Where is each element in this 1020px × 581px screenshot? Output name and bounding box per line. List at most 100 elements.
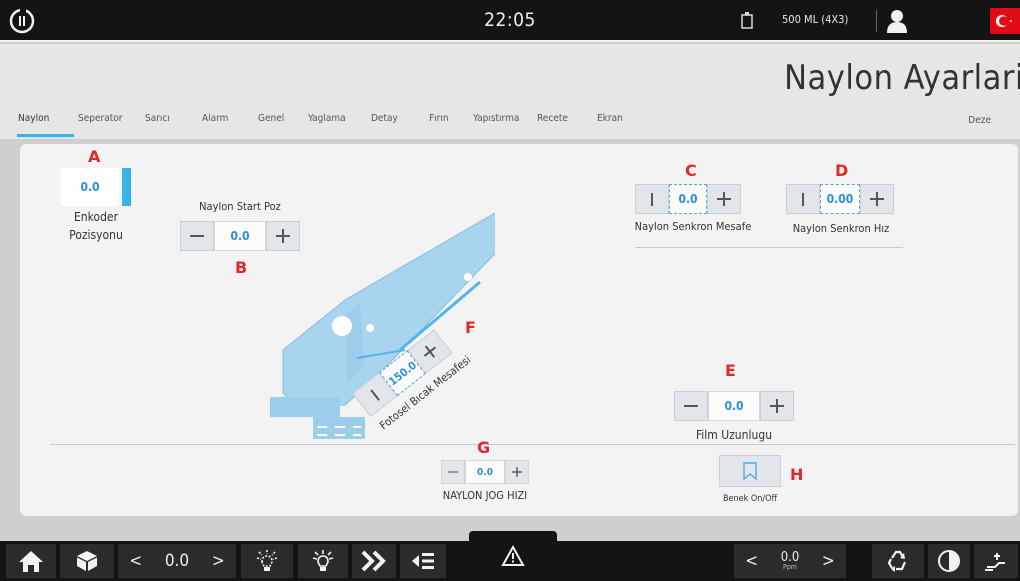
warning-icon	[501, 545, 525, 566]
increase-button[interactable]: >	[212, 551, 225, 571]
minus-icon	[802, 192, 804, 206]
encoder-position-value: 0.0	[61, 168, 119, 206]
minus-icon	[370, 388, 380, 401]
marker-g: G	[477, 438, 491, 457]
sync-speed-label: Naylon Senkron Hız	[792, 222, 890, 235]
tab-naylon[interactable]: Naylon	[18, 113, 49, 124]
sync-speed-stepper: 0.00	[786, 184, 894, 214]
sync-speed-minus-button[interactable]	[786, 184, 820, 214]
jog-speed-label: NAYLON JOG HIZI	[442, 489, 528, 502]
flag-icon[interactable]	[990, 8, 1020, 34]
eject-list-button[interactable]	[400, 544, 446, 578]
sync-distance-stepper: 0.0	[635, 184, 741, 214]
page-header: Naylon Ayarlari Naylon Seperator Sarıcı …	[0, 44, 1020, 139]
encoder-indicator	[122, 168, 131, 206]
divider	[876, 10, 877, 32]
minus-icon	[448, 471, 458, 473]
rate-increase-button[interactable]: >	[822, 551, 835, 571]
light-on-icon	[312, 550, 334, 571]
hand-power-icon	[985, 553, 1005, 571]
divider	[50, 444, 1015, 445]
home-button[interactable]	[6, 544, 56, 578]
recycle-icon	[887, 550, 907, 572]
plus-icon	[770, 399, 784, 413]
tab-recete[interactable]: Recete	[537, 113, 568, 124]
minus-icon	[651, 192, 653, 206]
fast-forward-icon	[361, 550, 386, 572]
top-bar: 22:05 500 ML (4X3)	[0, 0, 1020, 42]
recycle-button[interactable]	[872, 544, 924, 578]
production-rate: < 0.0 Ppm >	[734, 544, 846, 578]
speed-selector: < 0.0 >	[118, 544, 236, 578]
fast-forward-button[interactable]	[352, 544, 396, 578]
divider	[635, 247, 903, 248]
home-icon	[19, 551, 43, 572]
cube-button[interactable]	[60, 544, 114, 578]
tab-sarici[interactable]: Sarıcı	[145, 113, 170, 124]
rate-unit: Ppm	[783, 563, 797, 571]
start-pos-input[interactable]: 0.0	[214, 221, 266, 251]
tab-yaglama[interactable]: Yaglama	[308, 113, 346, 124]
spot-toggle-button[interactable]	[719, 455, 781, 487]
page-title: Naylon Ayarlari	[784, 58, 1020, 98]
jog-speed-minus-button[interactable]	[441, 460, 465, 484]
marker-b: B	[235, 258, 248, 277]
marker-h: H	[790, 465, 804, 484]
marker-d: D	[835, 161, 849, 180]
marker-c: C	[685, 161, 697, 180]
cube-icon	[77, 551, 97, 571]
active-tab-indicator	[17, 134, 74, 137]
eject-list-icon	[412, 553, 434, 569]
rate-display: 0.0 Ppm	[781, 551, 800, 571]
tab-ekran[interactable]: Ekran	[597, 113, 623, 124]
film-length-input[interactable]: 0.0	[708, 391, 760, 421]
film-length-plus-button[interactable]	[760, 391, 794, 421]
light-off-button[interactable]	[241, 544, 293, 578]
alarm-button[interactable]	[469, 531, 557, 581]
tab-alarm[interactable]: Alarm	[202, 113, 228, 124]
bookmark-icon	[743, 462, 757, 480]
rate-decrease-button[interactable]: <	[745, 551, 758, 571]
decrease-button[interactable]: <	[129, 551, 142, 571]
tab-firin[interactable]: Fırın	[429, 113, 449, 124]
sync-distance-label: Naylon Senkron Mesafe	[634, 220, 752, 233]
sync-distance-input[interactable]: 0.0	[669, 184, 707, 214]
contrast-button[interactable]	[928, 544, 970, 578]
marker-a: A	[88, 147, 101, 166]
film-length-minus-button[interactable]	[674, 391, 708, 421]
user-icon[interactable]	[886, 8, 908, 34]
clock: 22:05	[484, 9, 536, 31]
film-length-stepper: 0.0	[674, 391, 794, 421]
sync-distance-plus-button[interactable]	[707, 184, 741, 214]
sync-distance-minus-button[interactable]	[635, 184, 669, 214]
tab-genel[interactable]: Genel	[258, 113, 284, 124]
jog-speed-stepper: 0.0	[441, 460, 529, 484]
speed-value: 0.0	[164, 551, 190, 571]
spot-label: Benek On/Off	[722, 494, 778, 504]
minus-icon	[190, 235, 204, 237]
encoder-label-line1: Enkoder	[73, 210, 119, 224]
batch-label: 500 ML (4X3)	[782, 13, 849, 26]
start-pos-minus-button[interactable]	[180, 221, 214, 251]
jog-speed-input[interactable]: 0.0	[465, 460, 505, 484]
plus-icon	[870, 192, 884, 206]
marker-f: F	[465, 318, 476, 337]
encoder-label-line2: Pozisyonu	[69, 228, 123, 242]
plus-icon	[512, 467, 522, 477]
tab-seperator[interactable]: Seperator	[78, 113, 122, 124]
jog-speed-plus-button[interactable]	[505, 460, 529, 484]
sync-speed-plus-button[interactable]	[860, 184, 894, 214]
bottle-icon	[741, 11, 753, 29]
hand-power-button[interactable]	[974, 544, 1018, 578]
marker-e: E	[725, 361, 736, 380]
tab-yapistirma[interactable]: Yapıstırma	[473, 113, 519, 124]
tab-detay[interactable]: Detay	[371, 113, 398, 124]
film-length-label: Film Uzunlugu	[695, 428, 773, 442]
plus-icon	[717, 192, 731, 206]
light-on-button[interactable]	[298, 544, 348, 578]
contrast-icon	[938, 550, 960, 572]
plus-icon	[420, 342, 440, 362]
tab-deze[interactable]: Deze	[968, 115, 991, 126]
sync-speed-input[interactable]: 0.00	[820, 184, 860, 214]
light-off-icon	[256, 550, 278, 571]
